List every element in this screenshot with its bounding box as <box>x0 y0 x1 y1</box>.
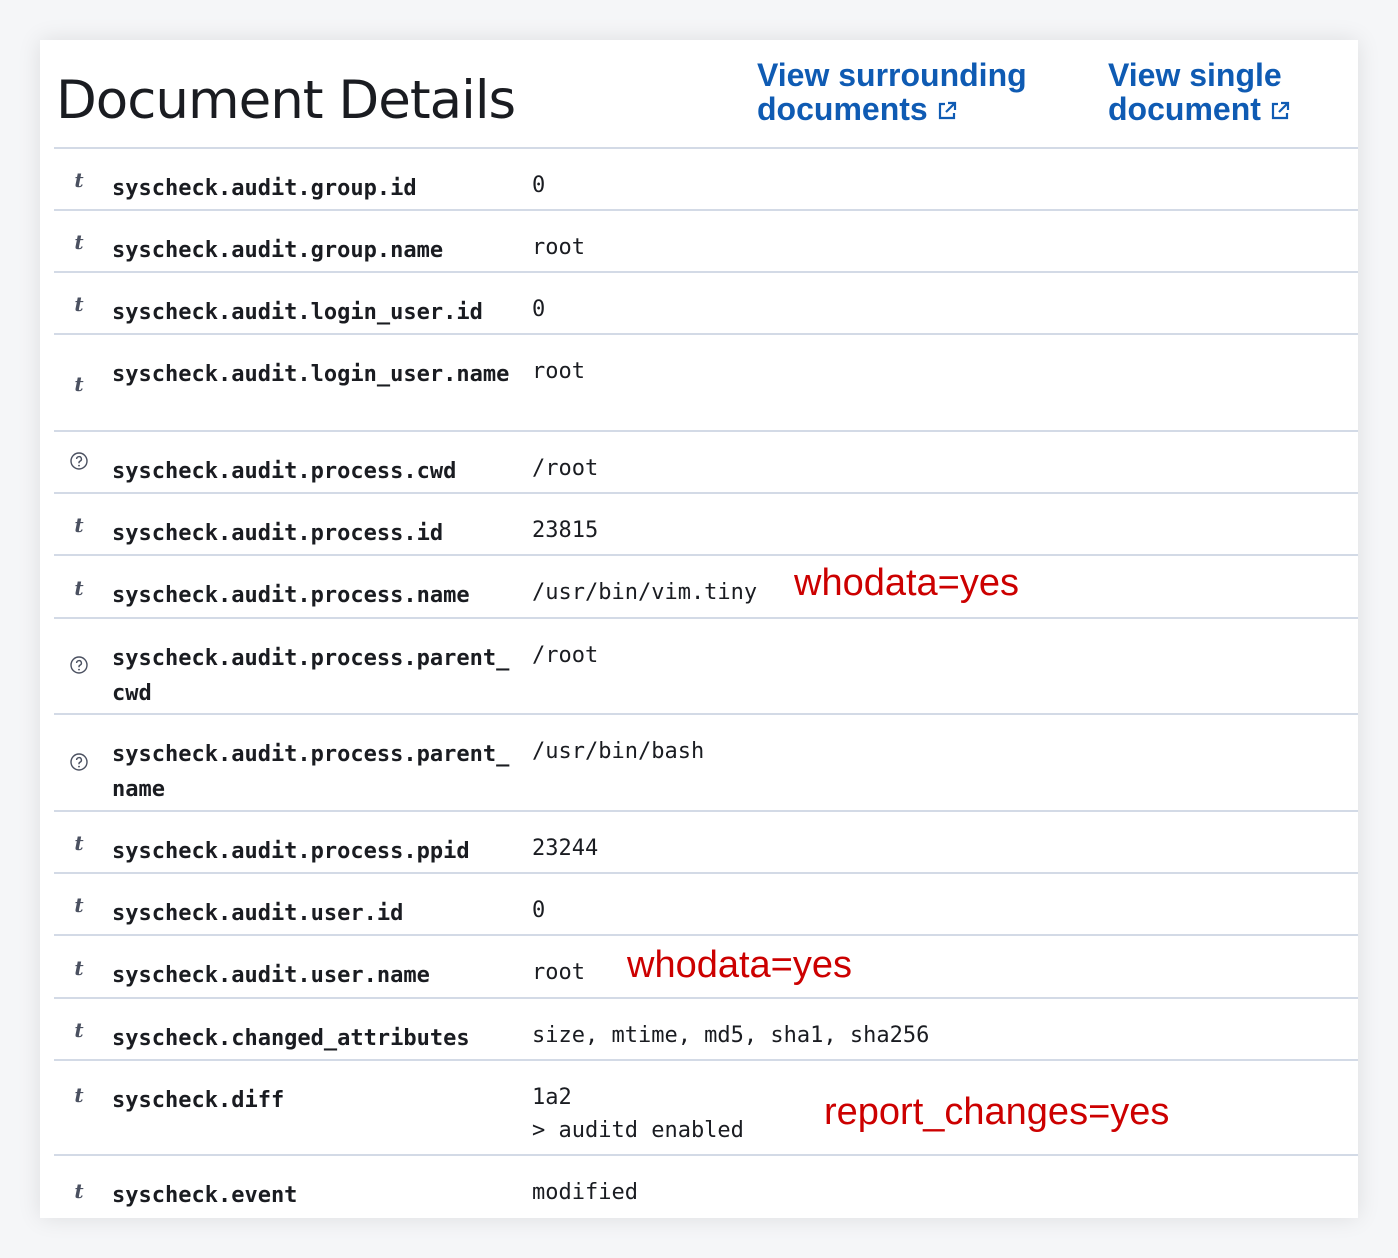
table-row: t syscheck.audit.process.ppid 23244 <box>54 810 1358 872</box>
table-row: t syscheck.audit.user.id 0 <box>54 872 1358 934</box>
annotation-note: report_changes=yes <box>824 1091 1170 1133</box>
field-value: modified <box>532 1180 638 1205</box>
unknown-type-icon <box>66 451 92 476</box>
external-link-icon <box>936 94 958 120</box>
field-name: syscheck.audit.login_user.name <box>112 362 510 387</box>
table-row: t syscheck.event modified <box>54 1154 1358 1218</box>
table-row: t syscheck.audit.login_user.id 0 <box>54 271 1358 333</box>
field-value: size, mtime, md5, sha1, sha256 <box>532 1023 930 1048</box>
table-row: t syscheck.audit.group.id 0 <box>54 147 1358 209</box>
string-type-icon: t <box>74 168 84 192</box>
field-value: 0 <box>532 297 546 322</box>
string-type-icon: t <box>74 1018 84 1042</box>
annotation-note: whodata=yes <box>627 944 852 986</box>
view-single-document-link[interactable]: View single document <box>1108 58 1348 126</box>
page-title: Document Details <box>56 70 516 131</box>
field-name: syscheck.audit.group.id <box>112 176 417 201</box>
field-value: /usr/bin/vim.tiny <box>532 580 758 605</box>
document-details-panel: Document Details View surrounding docume… <box>40 40 1358 1218</box>
string-type-icon: t <box>74 230 84 254</box>
link-label: View surrounding documents <box>757 57 1027 127</box>
field-name: syscheck.audit.process.ppid <box>112 839 470 864</box>
field-name: syscheck.event <box>112 1183 298 1208</box>
string-type-icon: t <box>74 831 84 855</box>
table-row: t syscheck.audit.process.id 23815 <box>54 492 1358 554</box>
table-row: syscheck.audit.process.parent_cwd/root <box>54 617 1358 713</box>
table-row: t syscheck.diff 1a2 > auditd enabled report… <box>54 1059 1358 1154</box>
table-row: syscheck.audit.process.cwd/root <box>54 430 1358 492</box>
field-value: 0 <box>532 173 546 198</box>
unknown-type-icon <box>66 655 92 680</box>
field-value: 23815 <box>532 518 599 543</box>
string-type-icon: t <box>74 1083 84 1107</box>
view-surrounding-documents-link[interactable]: View surrounding documents <box>757 58 1057 126</box>
field-name: syscheck.audit.process.name <box>112 583 470 608</box>
table-row: syscheck.audit.process.parent_name/usr/b… <box>54 713 1358 810</box>
string-type-icon: t <box>74 956 84 980</box>
string-type-icon: t <box>74 513 84 537</box>
link-label: View single document <box>1108 57 1282 127</box>
annotation-note: whodata=yes <box>794 562 1019 604</box>
string-type-icon: t <box>74 292 84 316</box>
field-value: root <box>532 359 585 384</box>
string-type-icon: t <box>74 1179 84 1203</box>
header: Document Details View surrounding docume… <box>40 40 1358 148</box>
table-row: t syscheck.audit.login_user.name root <box>54 333 1358 430</box>
field-name: syscheck.audit.process.parent_cwd <box>112 646 510 706</box>
external-link-icon <box>1269 94 1291 120</box>
string-type-icon: t <box>74 893 84 917</box>
field-name: syscheck.audit.login_user.id <box>112 300 483 325</box>
field-name: syscheck.audit.process.cwd <box>112 459 457 484</box>
string-type-icon: t <box>74 576 84 600</box>
field-table: t syscheck.audit.group.id 0 t syscheck.audit… <box>54 147 1358 1218</box>
field-name: syscheck.audit.process.parent_name <box>112 742 510 802</box>
field-name: syscheck.audit.process.id <box>112 521 444 546</box>
table-row: t syscheck.audit.user.name root whodata=yes <box>54 934 1358 997</box>
field-name: syscheck.audit.user.name <box>112 963 430 988</box>
field-value: /root <box>532 456 599 481</box>
field-name: syscheck.diff <box>112 1088 285 1113</box>
string-type-icon: t <box>74 372 84 396</box>
field-value: 0 <box>532 898 546 923</box>
field-value: root <box>532 960 585 985</box>
field-name: syscheck.audit.group.name <box>112 238 444 263</box>
field-name: syscheck.audit.user.id <box>112 901 404 926</box>
table-row: t syscheck.audit.group.name root <box>54 209 1358 271</box>
field-name: syscheck.changed_attributes <box>112 1026 470 1051</box>
table-row: t syscheck.changed_attributes size, mtime,… <box>54 997 1358 1059</box>
table-row: t syscheck.audit.process.name/usr/bin/vim… <box>54 554 1358 617</box>
field-value: /usr/bin/bash <box>532 739 705 764</box>
field-value: root <box>532 235 585 260</box>
unknown-type-icon <box>66 752 92 777</box>
field-value: 1a2 > auditd enabled <box>532 1085 744 1143</box>
field-value: /root <box>532 643 599 668</box>
field-value: 23244 <box>532 836 599 861</box>
